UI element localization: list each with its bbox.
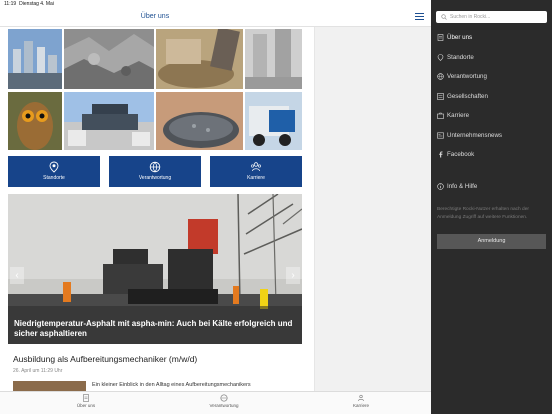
chevron-right-icon[interactable]: › — [286, 267, 300, 284]
image-plant[interactable] — [8, 29, 62, 89]
image-concrete[interactable] — [245, 29, 302, 89]
verantwortung-button[interactable]: Verantwortung — [109, 156, 201, 187]
login-button[interactable]: Anmeldung — [437, 234, 546, 249]
globe-icon — [437, 73, 444, 80]
page-title: Über uns — [140, 13, 170, 20]
info-icon — [437, 182, 444, 190]
hero-caption[interactable]: Niedrigtemperatur-Asphalt mit aspha-min:… — [14, 319, 294, 339]
globe-icon — [149, 161, 161, 173]
side-panel-background — [314, 27, 431, 391]
article-thumbnail[interactable] — [13, 381, 86, 391]
tab-karriere-label: Karriere — [352, 403, 369, 408]
search-input[interactable] — [450, 12, 544, 22]
nav-item-label: Unternehmensnews — [447, 131, 503, 139]
nav-item-label: Facebook — [447, 151, 475, 158]
status-date: Dienstag 4. Mai — [19, 1, 54, 7]
nav-item-standorte[interactable]: Standorte — [431, 48, 552, 68]
top-bar: Über uns — [0, 9, 431, 27]
nav-item-label: Standorte — [447, 53, 474, 61]
article-card[interactable]: Ausbildung als Aufbereitungsmechaniker (… — [8, 349, 302, 391]
nav-item-facebook[interactable]: Facebook — [431, 145, 552, 165]
status-bar: 11:19 Dienstag 4. Mai — [0, 0, 431, 9]
search-box[interactable] — [436, 11, 547, 23]
location-icon — [49, 161, 59, 173]
facebook-icon — [439, 151, 443, 158]
status-time: 11:19 — [4, 1, 17, 7]
image-truck[interactable] — [245, 92, 302, 150]
nav-item-ueber-uns[interactable]: Über uns — [431, 28, 552, 48]
nav-item-label: Über uns — [447, 34, 473, 41]
search-icon — [441, 14, 447, 20]
login-note: Berechtigte Rocki-Nutzer erhalten nach d… — [437, 207, 529, 220]
nav-item-verantwortung[interactable]: Verantwortung — [431, 67, 552, 87]
nav-item-label: Gesellschaften — [447, 92, 488, 100]
tab-ueber-uns-label: Über uns — [76, 403, 96, 408]
nav-item-label: Info & Hilfe — [447, 182, 478, 190]
nav-item-unternehmensnews[interactable]: Unternehmensnews — [431, 126, 552, 146]
tab-karriere[interactable]: Karriere — [344, 394, 378, 408]
location-icon — [437, 53, 444, 61]
image-gravel[interactable] — [156, 92, 243, 150]
nav-item-label: Karriere — [447, 112, 470, 119]
article-teaser: Ein kleiner Einblick in den Alltag eines… — [92, 382, 251, 388]
drawer-nav: Über uns Standorte Verantwortung Gesells… — [431, 28, 552, 196]
tab-bar: Über uns Verantwortung Karriere — [0, 391, 431, 414]
article-date: 26. April um 11:29 Uhr — [13, 368, 63, 374]
karriere-label: Karriere — [247, 175, 265, 181]
tab-verantwortung[interactable]: Verantwortung — [200, 394, 248, 408]
hamburger-icon[interactable] — [415, 13, 424, 21]
side-drawer: Über uns Standorte Verantwortung Gesells… — [431, 0, 552, 414]
verantwortung-label: Verantwortung — [138, 175, 172, 181]
globe-icon — [220, 394, 228, 402]
karriere-button[interactable]: Karriere — [210, 156, 302, 187]
document-icon — [437, 34, 444, 41]
chevron-left-icon[interactable]: ‹ — [10, 267, 24, 284]
tab-ueber-uns[interactable]: Über uns — [70, 394, 102, 408]
list-icon — [437, 92, 444, 100]
news-icon — [437, 132, 444, 139]
document-icon — [83, 394, 89, 402]
hero-carousel[interactable]: ‹ › Niedrigtemperatur-Asphalt mit aspha-… — [8, 194, 302, 344]
people-icon — [358, 394, 364, 402]
briefcase-icon — [437, 112, 444, 119]
nav-divider — [431, 165, 552, 177]
standorte-button[interactable]: Standorte — [8, 156, 100, 187]
nav-item-info-hilfe[interactable]: Info & Hilfe — [431, 177, 552, 197]
image-rock-texture[interactable] — [64, 29, 154, 89]
article-title[interactable]: Ausbildung als Aufbereitungsmechaniker (… — [13, 354, 197, 364]
content-area: Standorte Verantwortung Karriere ‹ › Nie… — [0, 27, 314, 391]
image-grid — [8, 29, 302, 150]
main-screen: 11:19 Dienstag 4. Mai Über uns Standorte… — [0, 0, 431, 414]
standorte-label: Standorte — [43, 175, 65, 181]
image-building[interactable] — [64, 92, 154, 150]
nav-item-gesellschaften[interactable]: Gesellschaften — [431, 87, 552, 107]
nav-item-karriere[interactable]: Karriere — [431, 106, 552, 126]
image-owl[interactable] — [8, 92, 62, 150]
people-icon — [250, 162, 262, 172]
tab-verantwortung-label: Verantwortung — [209, 403, 239, 408]
nav-item-label: Verantwortung — [447, 73, 487, 80]
image-drill-core[interactable] — [156, 29, 243, 89]
